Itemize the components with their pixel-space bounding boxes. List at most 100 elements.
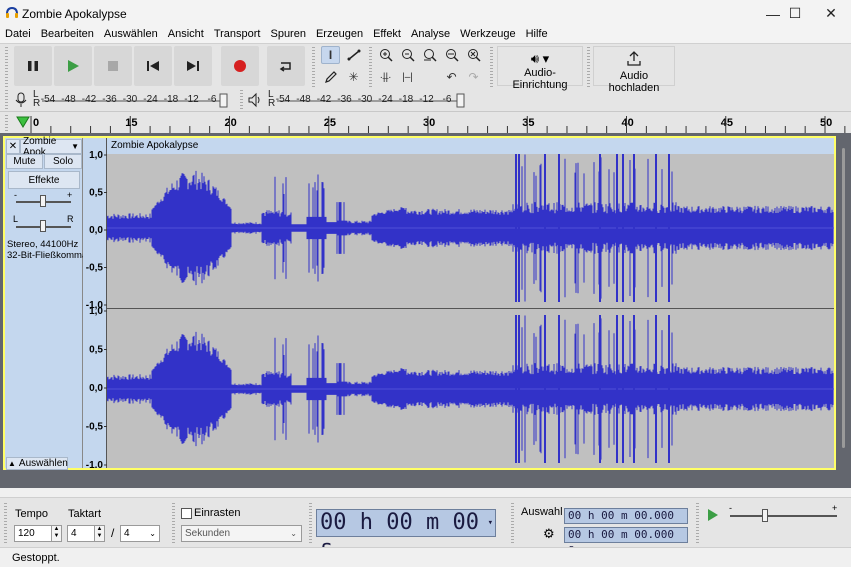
gain-slider-thumb[interactable] [40,195,46,207]
record-button[interactable] [221,46,259,86]
track-menu-button[interactable]: Zombie Apok ▼ [20,136,82,158]
menu-transport[interactable]: Transport [209,27,266,44]
toolbar-grip[interactable] [490,47,493,87]
pan-slider-thumb[interactable] [40,220,46,232]
meter-tick-label: -30 [358,94,373,105]
redo-button[interactable]: ↷ [464,68,483,86]
play-at-speed-button[interactable] [704,506,722,524]
meter-tick-label: -18 [164,94,179,105]
toolbar-grip[interactable] [511,503,514,543]
tempo-label: Tempo [15,508,49,520]
skip-to-start-button[interactable] [134,46,172,86]
maximize-button[interactable]: ☐ [775,0,815,27]
menu-spuren[interactable]: Spuren [265,27,310,44]
fit-project-button[interactable] [442,46,461,64]
zoom-selection-icon [423,49,437,62]
multi-tool-button[interactable]: ✳ [344,68,363,86]
solo-button[interactable]: Solo [44,154,82,169]
menu-analyse[interactable]: Analyse [406,27,455,44]
menu-erzeugen[interactable]: Erzeugen [311,27,368,44]
meter-slider-thumb[interactable] [219,93,228,108]
record-meter[interactable]: -54 -48 -42 -36 -30 -24 -18 -12 -6 [40,90,230,110]
meter-tick-label: -54 [276,94,291,105]
trim-audio-button[interactable]: ·|̶|· [376,68,395,86]
meter-slider-thumb[interactable] [456,93,465,108]
chevron-down-icon: ⌄ [149,529,156,538]
silence-audio-button[interactable]: |–| [398,68,417,86]
fit-selection-button[interactable] [420,46,439,64]
ruler-tick-label: 35 [522,117,534,129]
status-bar: Gestoppt. [0,547,851,567]
toolbar-grip[interactable] [369,47,372,87]
menu-effekt[interactable]: Effekt [368,27,406,44]
time-display[interactable]: 00 h 00 m 00 s▾ [316,509,496,561]
mute-button[interactable]: Mute [6,154,43,169]
zoom-in-button[interactable] [376,46,395,64]
loop-button[interactable] [267,46,305,86]
toolbar-grip[interactable] [172,503,175,543]
playback-speed-thumb[interactable] [762,509,768,522]
toolbar-grip[interactable] [312,47,315,87]
solo-label: Solo [52,156,73,167]
selection-tool-button[interactable]: I [321,46,340,64]
menu-auswaehlen[interactable]: Auswählen [99,27,163,44]
skip-to-end-button[interactable] [174,46,212,86]
share-audio-button[interactable]: Audio hochladen [593,46,675,94]
waveform-channel [107,315,834,463]
meter-scale: -54 -48 -42 -36 -30 -24 -18 -12 -6 [41,93,228,108]
zoom-toggle-button[interactable] [464,46,483,64]
track-select-button[interactable]: ▲ Auswählen [6,457,68,470]
draw-tool-button[interactable] [321,68,340,86]
menu-werkzeuge[interactable]: Werkzeuge [455,27,520,44]
vertical-scrollbar[interactable] [842,148,845,448]
vertical-scale[interactable]: 1,0 0,5 0,0 -0,5 -1,0 1,0 0,5 0,0 -0,5 -1,0 [83,138,107,471]
menu-ansicht[interactable]: Ansicht [163,27,209,44]
stop-button[interactable] [94,46,132,86]
undo-button[interactable]: ↶ [442,68,461,86]
toolbar-grip[interactable] [309,503,312,543]
zoom-out-button[interactable] [398,46,417,64]
speaker-icon[interactable] [247,92,263,108]
speed-plus-label: + [832,503,838,513]
numerator-spinner[interactable]: ▲ ▼ [94,525,105,542]
envelope-tool-button[interactable] [344,46,363,64]
time-signature-label: Taktart [68,508,102,520]
meter-tick-label: -12 [184,94,199,105]
tempo-spinner[interactable]: ▲ ▼ [51,525,62,542]
skip-end-icon [187,61,199,71]
audio-track[interactable]: ✕ Zombie Apok ▼ Mute Solo Effekte - + L … [3,136,836,471]
settings-gear-icon[interactable]: ⚙ [543,526,555,542]
meter-tick-label: -12 [419,94,434,105]
ruler-tick-label: 30 [423,117,435,129]
toolbar-grip[interactable] [240,90,243,110]
snap-unit-select[interactable]: Sekunden ⌄ [181,525,302,542]
tempo-input[interactable]: 120 [14,525,52,542]
toolbar-grip[interactable] [696,503,699,543]
toolbar-grip[interactable] [5,90,8,110]
track-info: Stereo, 44100Hz 32-Bit-Fließkomma [7,239,87,261]
playback-speed-slider[interactable] [730,515,837,517]
loop-icon [279,62,291,72]
time-signature-numerator[interactable]: 4 [67,525,95,542]
menu-datei[interactable]: Datei [0,27,36,44]
snap-checkbox[interactable] [181,508,192,519]
menu-hilfe[interactable]: Hilfe [521,27,553,44]
play-meter[interactable]: -54 -48 -42 -36 -30 -24 -18 -12 -6 [275,90,467,110]
selection-end-time[interactable]: 00 h 00 m 00.000 s [564,527,688,555]
waveform-view[interactable]: Zombie Apokalypse [107,138,834,468]
toolbar-grip[interactable] [587,47,590,87]
toolbar-grip[interactable] [4,503,7,543]
microphone-icon[interactable] [14,92,28,108]
pause-button[interactable] [14,46,52,86]
toolbar-grip[interactable] [5,47,8,87]
timeline-ruler[interactable]: 0 15 20 25 30 35 40 45 50 [0,111,851,133]
effects-button[interactable]: Effekte [8,171,80,189]
track-close-button[interactable]: ✕ [6,139,20,154]
menu-bearbeiten[interactable]: Bearbeiten [36,27,99,44]
play-button[interactable] [54,46,92,86]
time-signature-denominator[interactable]: 4 ⌄ [120,525,160,542]
upload-icon [627,51,641,66]
selection-start-time[interactable]: 00 h 00 m 00.000 s [564,508,688,536]
audio-setup-button[interactable]: 🔊︎ ▾ Audio-Einrichtung [497,46,583,91]
close-button[interactable]: ✕ [811,0,851,27]
